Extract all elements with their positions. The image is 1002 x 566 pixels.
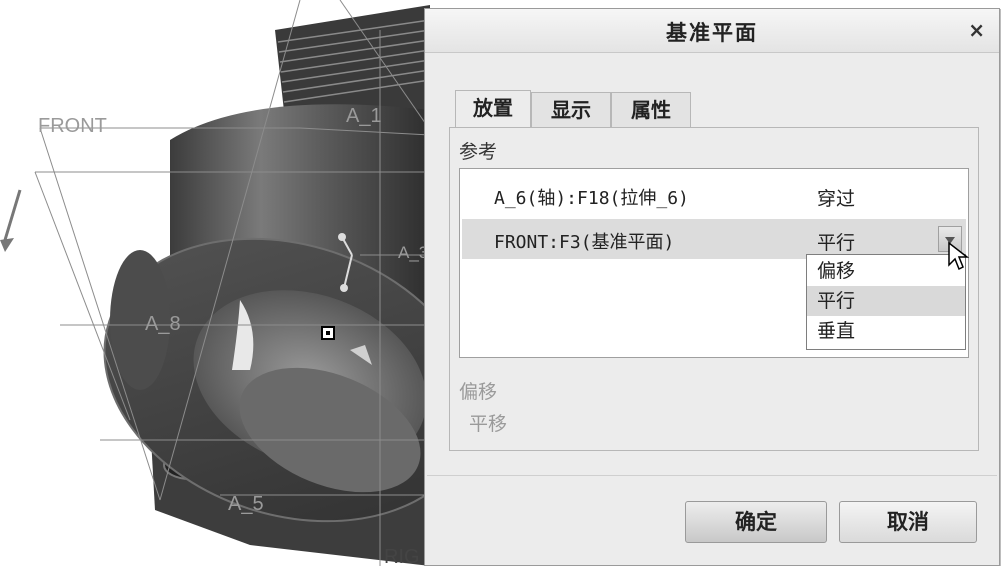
reference-row[interactable]: A_6(轴):F18(拉伸_6) 穿过 <box>462 175 966 215</box>
constraint-option-offset[interactable]: 偏移 <box>807 256 965 286</box>
close-icon[interactable]: × <box>968 18 985 42</box>
part-model-view: FRONT A_1 A_3 A_8 A_5 RIG <box>0 0 430 566</box>
references-label: 参考 <box>459 141 498 163</box>
reference-name: FRONT:F3(基准平面) <box>494 232 675 253</box>
cancel-button[interactable]: 取消 <box>839 501 977 543</box>
translation-label: 平移 <box>469 413 508 435</box>
axis-a5-label: A_5 <box>228 493 264 515</box>
thread-section <box>275 5 430 120</box>
offset-label: 偏移 <box>459 381 498 403</box>
divider <box>427 475 997 476</box>
tab-placement[interactable]: 放置 <box>455 90 531 129</box>
right-plane-label: RIG <box>384 546 420 566</box>
datum-plane-dialog: 基准平面 × 放置 显示 属性 参考 A_6(轴):F18(拉伸_6) 穿过 F… <box>424 8 1000 566</box>
model-viewport[interactable]: FRONT A_1 A_3 A_8 A_5 RIG <box>0 0 430 566</box>
reference-row-selected[interactable]: FRONT:F3(基准平面) 平行 <box>462 219 966 259</box>
tab-display[interactable]: 显示 <box>531 92 611 129</box>
dialog-titlebar[interactable]: 基准平面 × <box>425 9 999 53</box>
axis-a8-label: A_8 <box>145 313 181 335</box>
constraint-select-value[interactable]: 平行 <box>817 228 855 255</box>
constraint-option-normal[interactable]: 垂直 <box>807 316 965 346</box>
ok-button[interactable]: 确定 <box>685 501 827 543</box>
front-plane-label: FRONT <box>38 115 107 137</box>
constraint-option-parallel[interactable]: 平行 <box>807 286 965 316</box>
mouse-cursor-icon <box>948 241 970 271</box>
tab-properties[interactable]: 属性 <box>611 92 691 129</box>
dialog-title: 基准平面 <box>666 21 758 45</box>
constraint-dropdown-list[interactable]: 偏移 平行 垂直 <box>806 254 966 350</box>
reference-name: A_6(轴):F18(拉伸_6) <box>494 188 689 209</box>
reference-constraint: 穿过 <box>817 188 856 210</box>
axis-a1-label: A_1 <box>346 105 382 127</box>
